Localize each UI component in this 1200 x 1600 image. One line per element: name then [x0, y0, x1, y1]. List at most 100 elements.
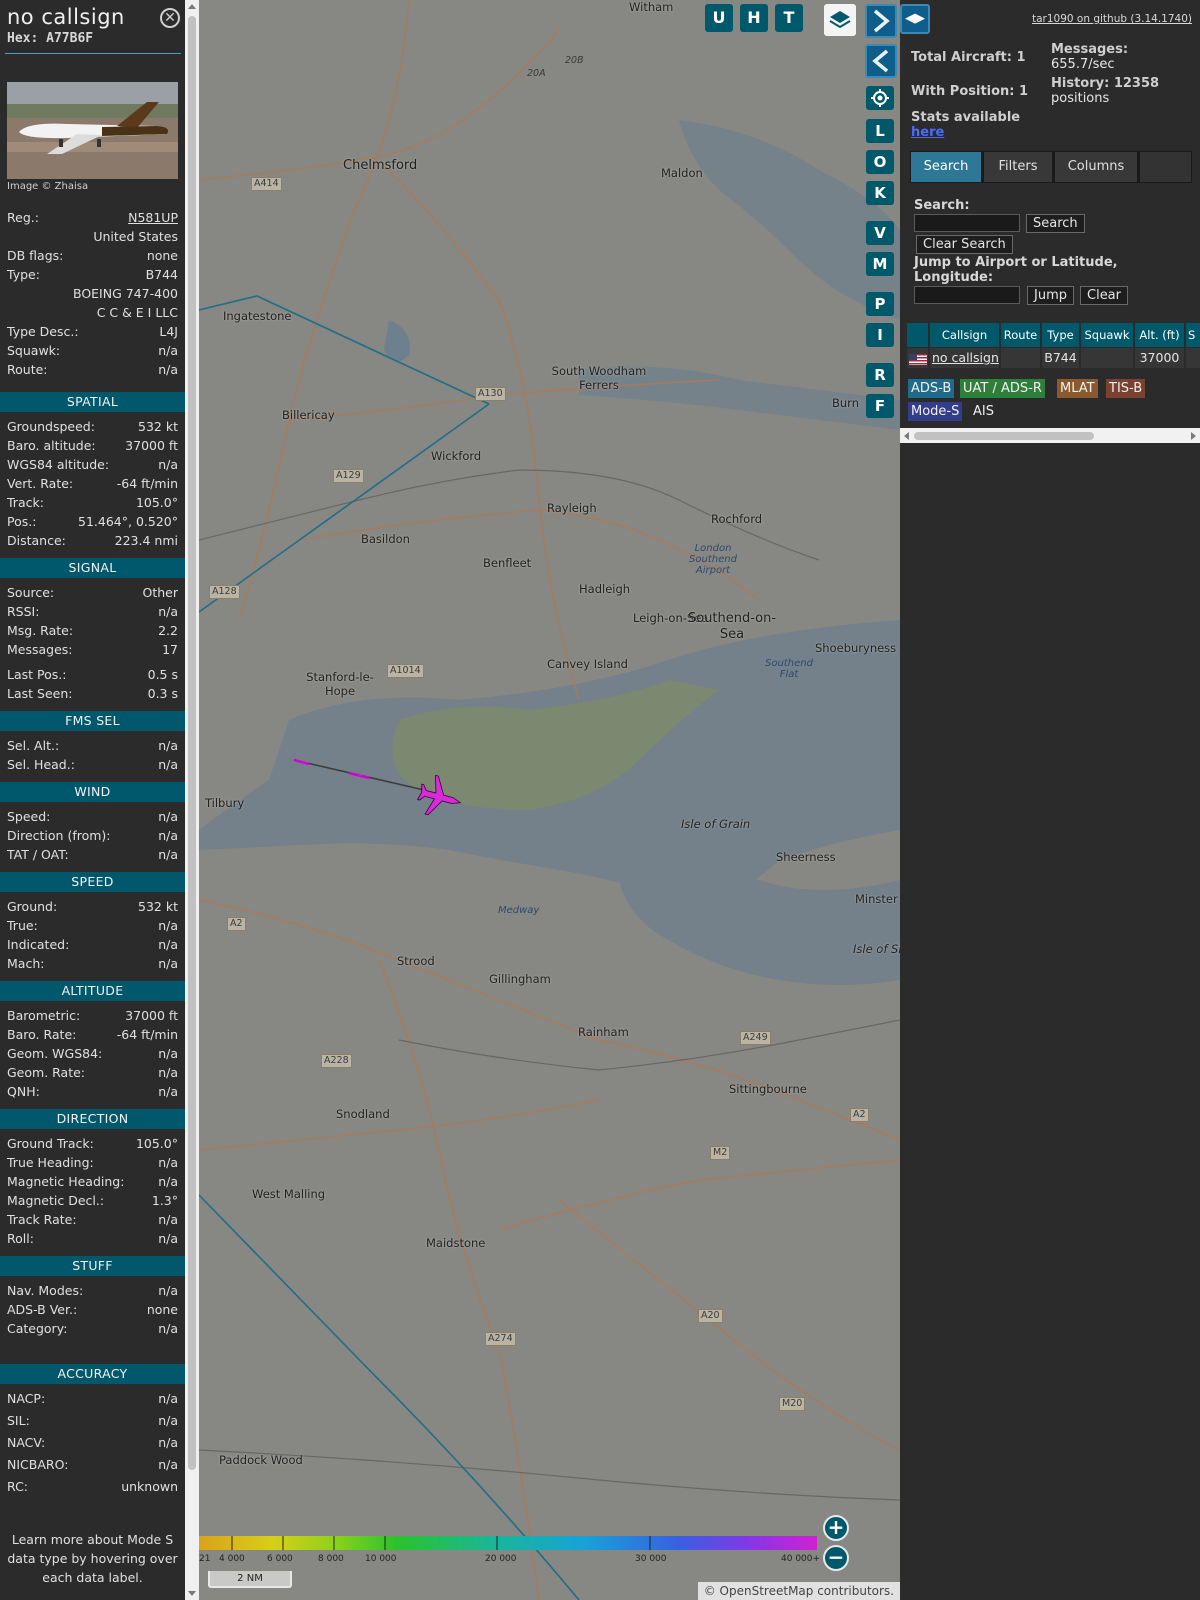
info-row-label[interactable]: Sel. Head.:	[7, 757, 75, 772]
column-header-squawk[interactable]: Squawk	[1081, 323, 1134, 347]
info-row-label[interactable]: Source:	[7, 585, 54, 600]
tab-search[interactable]: Search	[911, 152, 981, 182]
button-u[interactable]: U	[705, 4, 733, 32]
info-row-label[interactable]: Category:	[7, 1321, 67, 1336]
info-row-label[interactable]: Reg.:	[7, 210, 39, 225]
clear-button[interactable]: Clear	[1080, 286, 1128, 305]
badge-uat[interactable]: UAT / ADS-R	[960, 379, 1045, 398]
info-row-label[interactable]: Type Desc.:	[7, 324, 79, 339]
scroll-down-icon[interactable]	[188, 1591, 196, 1596]
button-l[interactable]: L	[866, 119, 894, 143]
settings-button[interactable]	[866, 86, 894, 110]
scrollbar-thumb[interactable]	[188, 16, 196, 1470]
aircraft-photo[interactable]	[7, 82, 178, 179]
zoom-in-button[interactable]: +	[823, 1515, 849, 1541]
section-header-stuff[interactable]: STUFF	[0, 1256, 185, 1276]
section-header-signal[interactable]: SIGNAL	[0, 558, 185, 578]
button-i[interactable]: I	[866, 323, 894, 347]
column-header-flag[interactable]	[907, 323, 929, 347]
type-cell[interactable]: B744	[1042, 348, 1080, 368]
map-view[interactable]: Witham Chelmsford Maldon Ingatestone South W…	[199, 0, 900, 1600]
info-row-label[interactable]: Type:	[7, 267, 40, 282]
section-header-fms-sel[interactable]: FMS SEL	[0, 711, 185, 731]
info-row-label[interactable]: DB flags:	[7, 248, 63, 263]
section-header-direction[interactable]: DIRECTION	[0, 1109, 185, 1129]
altitude-cell[interactable]: 37000	[1135, 348, 1185, 368]
button-o[interactable]: O	[866, 150, 894, 174]
info-row-label[interactable]: Geom. WGS84:	[7, 1046, 102, 1061]
info-row-label[interactable]: True Heading:	[7, 1155, 94, 1170]
button-r[interactable]: R	[866, 363, 894, 387]
button-v[interactable]: V	[866, 221, 894, 245]
info-row-label[interactable]: Msg. Rate:	[7, 623, 73, 638]
section-header-accuracy[interactable]: ACCURACY	[0, 1364, 185, 1384]
info-row-label[interactable]: SIL:	[7, 1413, 30, 1428]
scroll-up-icon[interactable]	[188, 4, 196, 9]
tab-extra[interactable]	[1140, 152, 1191, 182]
section-header-altitude[interactable]: ALTITUDE	[0, 981, 185, 1001]
badge-modes[interactable]: Mode-S	[908, 402, 963, 421]
search-button[interactable]: Search	[1026, 214, 1085, 233]
info-row-label[interactable]: Squawk:	[7, 343, 60, 358]
collapse-left-button[interactable]	[865, 44, 897, 78]
version-link[interactable]: tar1090 on github (3.14.1740)	[1032, 13, 1192, 25]
info-row-label[interactable]: Last Pos.:	[7, 667, 66, 682]
button-k[interactable]: K	[866, 181, 894, 205]
callsign-cell[interactable]: no callsign	[930, 348, 1000, 368]
info-row-label[interactable]: Nav. Modes:	[7, 1283, 83, 1298]
column-header-speed[interactable]: S	[1186, 323, 1200, 347]
button-m[interactable]: M	[866, 252, 894, 276]
info-row-label[interactable]: NACP:	[7, 1391, 45, 1406]
scrollbar-thumb[interactable]	[914, 432, 1094, 440]
info-row-label[interactable]: Ground:	[7, 899, 57, 914]
section-header-speed[interactable]: SPEED	[0, 872, 185, 892]
info-row-label[interactable]: Groundspeed:	[7, 419, 95, 434]
info-row-label[interactable]: QNH:	[7, 1084, 40, 1099]
badge-mlat[interactable]: MLAT	[1057, 379, 1098, 398]
info-row-label[interactable]: Sel. Alt.:	[7, 738, 59, 753]
info-panel-scrollbar[interactable]	[185, 0, 199, 1600]
badge-adsb[interactable]: ADS-B	[908, 379, 955, 398]
info-row-label[interactable]: RSSI:	[7, 604, 39, 619]
info-row-label[interactable]: Barometric:	[7, 1008, 80, 1023]
section-header-wind[interactable]: WIND	[0, 782, 185, 802]
info-row-label[interactable]: ADS-B Ver.:	[7, 1302, 77, 1317]
info-row-label[interactable]: NACV:	[7, 1435, 45, 1450]
info-row-value[interactable]: N581UP	[128, 210, 178, 225]
info-row-label[interactable]: Indicated:	[7, 937, 69, 952]
squawk-cell[interactable]	[1081, 348, 1134, 368]
info-row-label[interactable]: Speed:	[7, 809, 50, 824]
info-row-label[interactable]: TAT / OAT:	[7, 847, 69, 862]
info-row-label[interactable]: Baro. altitude:	[7, 438, 96, 453]
tab-filters[interactable]: Filters	[984, 152, 1052, 182]
section-header-spatial[interactable]: SPATIAL	[0, 392, 185, 412]
table-horizontal-scrollbar[interactable]	[900, 428, 1200, 443]
info-row-label[interactable]: Direction (from):	[7, 828, 111, 843]
info-row-label[interactable]: Baro. Rate:	[7, 1027, 76, 1042]
column-header-type[interactable]: Type	[1042, 323, 1080, 347]
info-row-label[interactable]: Vert. Rate:	[7, 476, 73, 491]
info-row-label[interactable]: NICBARO:	[7, 1457, 68, 1472]
layers-button[interactable]	[824, 4, 856, 36]
column-header-callsign[interactable]: Callsign	[930, 323, 1000, 347]
info-row-label[interactable]: Last Seen:	[7, 686, 72, 701]
info-row-label[interactable]: WGS84 altitude:	[7, 457, 109, 472]
jump-input[interactable]	[914, 286, 1020, 304]
scroll-right-icon[interactable]	[1191, 432, 1196, 440]
button-f[interactable]: F	[866, 394, 894, 418]
scroll-left-icon[interactable]	[904, 432, 909, 440]
map-attribution[interactable]: © OpenStreetMap contributors.	[697, 1582, 900, 1600]
expand-right-button[interactable]	[865, 4, 897, 38]
speed-cell[interactable]	[1186, 348, 1200, 368]
info-row-label[interactable]: Magnetic Decl.:	[7, 1193, 104, 1208]
badge-tisb[interactable]: TIS-B	[1106, 379, 1146, 398]
info-row-label[interactable]: Track:	[7, 495, 44, 510]
info-row-label[interactable]: Mach:	[7, 956, 44, 971]
info-row-label[interactable]: Geom. Rate:	[7, 1065, 85, 1080]
sidebar-toggle-button[interactable]: ◀▶	[900, 4, 930, 34]
info-row-label[interactable]: RC:	[7, 1479, 28, 1494]
info-row-label[interactable]: Messages:	[7, 642, 73, 657]
badge-ais[interactable]: AIS	[970, 402, 997, 421]
clear-search-button[interactable]: Clear Search	[916, 235, 1013, 254]
info-row-label[interactable]: Distance:	[7, 533, 66, 548]
